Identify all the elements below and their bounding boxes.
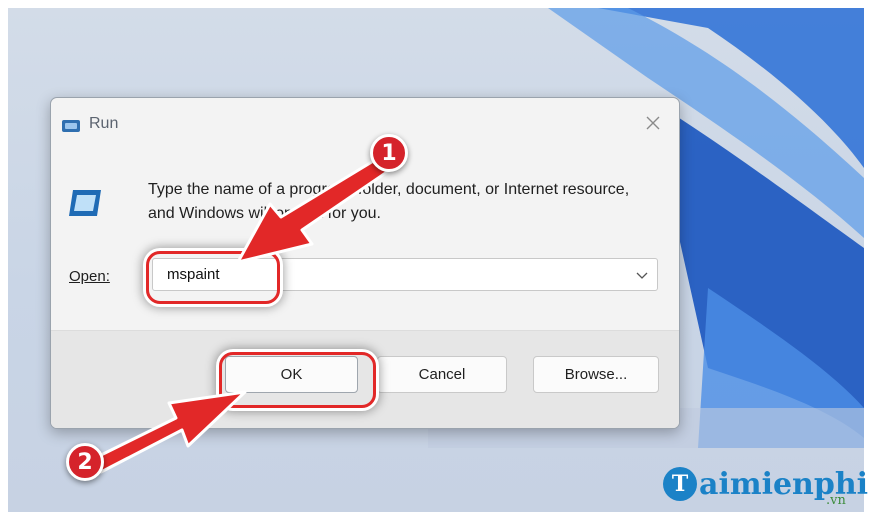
logo-icon: T (663, 467, 697, 501)
arrow-step-1 (236, 158, 389, 264)
step-1-badge: 1 (370, 134, 408, 172)
logo-suffix: .vn (826, 493, 846, 508)
step-2-badge: 2 (66, 443, 104, 481)
annotation-arrows (93, 158, 389, 474)
arrow-step-2 (93, 390, 247, 474)
